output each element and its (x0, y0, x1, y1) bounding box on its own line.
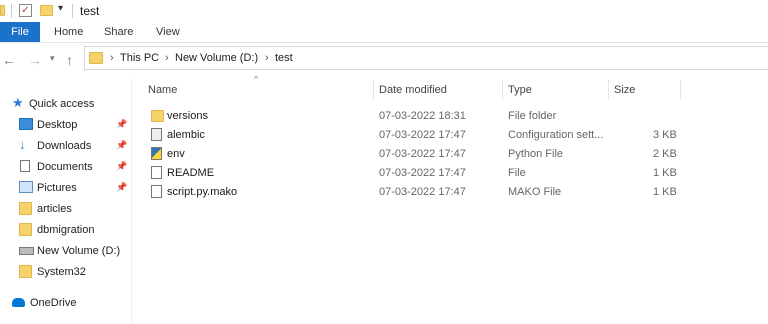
sidebar-item-quick-access[interactable]: ★ Quick access (0, 94, 130, 115)
pin-icon[interactable]: 📌 (116, 182, 127, 193)
breadcrumb-test[interactable]: test (275, 52, 293, 64)
file-name: README (167, 167, 215, 179)
pin-icon[interactable]: 📌 (116, 161, 127, 172)
folder-icon (19, 223, 32, 236)
file-type: File folder (508, 110, 557, 122)
breadcrumb-separator: › (110, 52, 114, 64)
customize-toolbar-icon[interactable]: ▾ (58, 3, 63, 14)
column-divider[interactable] (373, 80, 374, 100)
file-icon (151, 185, 162, 198)
sidebar-item-label: articles (37, 203, 72, 215)
breadcrumb-new-volume[interactable]: New Volume (D:) (175, 52, 258, 64)
folder-icon (19, 202, 32, 215)
file-name: env (167, 148, 185, 160)
breadcrumb-separator: › (165, 52, 169, 64)
new-folder-icon[interactable] (40, 5, 53, 16)
sidebar-item-label: Documents (37, 161, 93, 173)
file-type: Configuration sett... (508, 129, 604, 141)
separator (11, 4, 12, 18)
sidebar-item-new-volume[interactable]: New Volume (D:) (0, 241, 130, 262)
title-bar: ✓ ▾ test (0, 0, 768, 22)
sidebar-item-label: Quick access (29, 98, 95, 110)
onedrive-icon (12, 298, 25, 307)
sidebar-divider (131, 78, 132, 324)
back-arrow-icon[interactable]: ← (2, 52, 16, 68)
file-date: 07-03-2022 17:47 (379, 129, 466, 141)
file-date: 07-03-2022 17:47 (379, 167, 466, 179)
column-divider[interactable] (502, 80, 503, 100)
tab-home[interactable]: Home (54, 22, 83, 42)
documents-icon (20, 160, 30, 172)
file-date: 07-03-2022 18:31 (379, 110, 466, 122)
forward-arrow-icon[interactable]: → (28, 52, 42, 68)
sidebar-item-label: New Volume (D:) (37, 245, 121, 257)
sidebar-item-dbmigration[interactable]: dbmigration (0, 220, 130, 241)
file-date: 07-03-2022 17:47 (379, 148, 466, 160)
tab-file[interactable]: File (0, 22, 40, 42)
file-name: alembic (167, 129, 205, 141)
sidebar-item-label: Pictures (37, 182, 77, 194)
folder-icon (151, 110, 164, 122)
window-title: test (80, 4, 100, 18)
drive-icon (19, 247, 34, 255)
tab-view[interactable]: View (156, 22, 180, 42)
file-type: Python File (508, 148, 564, 160)
file-row-script-py-mako[interactable]: script.py.mako 07-03-2022 17:47 MAKO Fil… (143, 183, 683, 202)
file-date: 07-03-2022 17:47 (379, 186, 466, 198)
column-divider[interactable] (608, 80, 609, 100)
tab-share[interactable]: Share (104, 22, 133, 42)
file-row-readme[interactable]: README 07-03-2022 17:47 File 1 KB (143, 164, 683, 183)
sidebar-item-downloads[interactable]: ↓ Downloads 📌 (0, 136, 130, 157)
sidebar-item-label: System32 (37, 266, 86, 278)
config-file-icon (151, 128, 162, 141)
column-header-name[interactable]: Name (148, 84, 177, 96)
pictures-icon (19, 181, 33, 193)
column-header-size[interactable]: Size (614, 84, 635, 96)
column-header-type[interactable]: Type (508, 84, 532, 96)
sidebar-item-desktop[interactable]: Desktop 📌 (0, 115, 130, 136)
file-icon (151, 166, 162, 179)
star-icon: ★ (12, 95, 24, 110)
sidebar-item-documents[interactable]: Documents 📌 (0, 157, 130, 178)
file-name: versions (167, 110, 208, 122)
column-header-date[interactable]: Date modified (379, 84, 447, 96)
file-size: 1 KB (653, 186, 677, 198)
breadcrumb-this-pc[interactable]: This PC (120, 52, 159, 64)
separator (72, 4, 73, 18)
file-row-env[interactable]: env 07-03-2022 17:47 Python File 2 KB (143, 145, 683, 164)
column-divider[interactable] (680, 80, 681, 100)
download-arrow-icon: ↓ (19, 137, 26, 152)
file-size: 1 KB (653, 167, 677, 179)
pin-icon[interactable]: 📌 (116, 119, 127, 130)
pin-icon[interactable]: 📌 (116, 140, 127, 151)
up-arrow-icon[interactable]: ↑ (66, 52, 73, 68)
breadcrumb-separator: › (265, 52, 269, 64)
sidebar-item-pictures[interactable]: Pictures 📌 (0, 178, 130, 199)
sidebar-item-label: Downloads (37, 140, 92, 152)
sort-arrow-icon: ^ (254, 74, 259, 84)
properties-checkbox-icon[interactable]: ✓ (19, 4, 32, 17)
sidebar-item-label: dbmigration (37, 224, 95, 236)
folder-icon (89, 52, 103, 64)
python-file-icon (151, 147, 162, 160)
sidebar-item-label: OneDrive (30, 297, 77, 309)
file-row-alembic[interactable]: alembic 07-03-2022 17:47 Configuration s… (143, 126, 683, 145)
file-name: script.py.mako (167, 186, 238, 198)
file-size: 3 KB (653, 129, 677, 141)
file-type: MAKO File (508, 186, 562, 198)
recent-chevron-icon[interactable]: ▾ (50, 53, 55, 64)
sidebar-item-label: Desktop (37, 119, 78, 131)
sidebar-item-system32[interactable]: System32 (0, 262, 130, 283)
folder-icon (0, 5, 5, 16)
address-bar[interactable]: › This PC › New Volume (D:) › test (84, 46, 768, 70)
ribbon-tabs: File Home Share View (0, 22, 768, 43)
folder-icon (19, 265, 32, 278)
file-row-versions[interactable]: versions 07-03-2022 18:31 File folder (143, 107, 683, 126)
desktop-icon (19, 118, 33, 130)
sidebar-item-onedrive[interactable]: OneDrive (0, 293, 130, 314)
file-size: 2 KB (653, 148, 677, 160)
sidebar-item-articles[interactable]: articles (0, 199, 130, 220)
file-type: File (508, 167, 526, 179)
